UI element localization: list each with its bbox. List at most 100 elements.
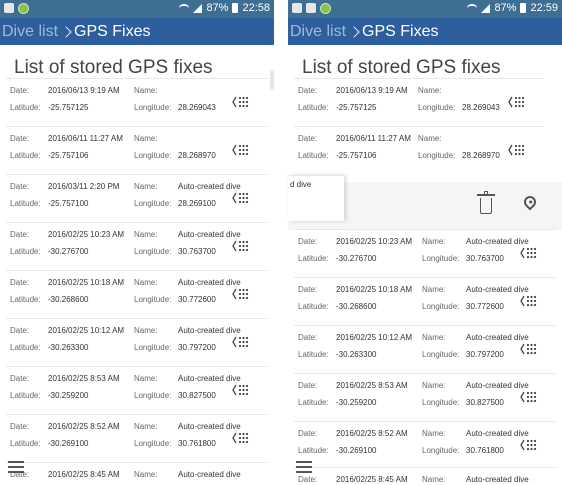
gps-fix-card[interactable]: Date: 2016/06/13 9:19 AM Name: Latitude:… bbox=[294, 78, 544, 120]
map-grid-icon[interactable] bbox=[520, 246, 538, 260]
menu-icon[interactable] bbox=[8, 461, 24, 473]
fix-date: 2016/02/25 10:18 AM bbox=[336, 285, 413, 294]
date-label: Date: bbox=[298, 86, 318, 95]
date-label: Date: bbox=[10, 182, 30, 191]
gps-fix-card[interactable]: Date: 2016/02/25 8:53 AM Name: Auto-crea… bbox=[294, 373, 556, 415]
latitude-label: Latitude: bbox=[10, 295, 41, 304]
latitude-label: Latitude: bbox=[10, 199, 41, 208]
gps-fix-card[interactable]: Date: 2016/02/25 10:12 AM Name: Auto-cre… bbox=[294, 325, 556, 367]
fix-name: Auto-created dive bbox=[178, 182, 241, 191]
map-grid-icon[interactable] bbox=[232, 287, 250, 301]
fix-name: Auto-created dive bbox=[178, 470, 241, 479]
gps-fix-card[interactable]: Date: 2016/02/25 8:53 AM Name: Auto-crea… bbox=[6, 366, 268, 408]
name-label: Name: bbox=[134, 422, 158, 431]
fix-latitude: -30.269100 bbox=[48, 439, 89, 448]
clock: 22:59 bbox=[530, 2, 558, 14]
name-label: Name: bbox=[422, 429, 446, 438]
fix-date: 2016/02/25 8:53 AM bbox=[336, 381, 408, 390]
map-grid-icon[interactable] bbox=[520, 438, 538, 452]
map-grid-icon[interactable] bbox=[232, 239, 250, 253]
longitude-label: Longitude: bbox=[134, 343, 172, 352]
breadcrumb-gps-fixes: GPS Fixes bbox=[362, 22, 439, 40]
longitude-label: Longitude: bbox=[134, 295, 172, 304]
name-label: Name: bbox=[422, 285, 446, 294]
fix-latitude: -30.259200 bbox=[48, 391, 89, 400]
page-title: List of stored GPS fixes bbox=[302, 57, 501, 78]
fix-longitude: 28.268970 bbox=[462, 151, 500, 160]
gps-fix-card[interactable]: Date: 2016/02/25 10:23 AM Name: Auto-cre… bbox=[294, 229, 556, 271]
name-label: Name: bbox=[134, 182, 158, 191]
fix-longitude: 28.269043 bbox=[178, 103, 216, 112]
map-grid-icon[interactable] bbox=[520, 390, 538, 404]
breadcrumb-dive-list[interactable]: Dive list bbox=[288, 23, 346, 41]
clock: 22:58 bbox=[242, 2, 270, 14]
fix-latitude: -30.268600 bbox=[48, 295, 89, 304]
fix-name: Auto-created dive bbox=[466, 285, 529, 294]
map-grid-icon[interactable] bbox=[232, 95, 250, 109]
longitude-label: Longitude: bbox=[422, 350, 460, 359]
map-grid-icon[interactable] bbox=[232, 143, 250, 157]
map-grid-icon[interactable] bbox=[520, 294, 538, 308]
gps-fix-card[interactable]: Date: 2016/02/25 8:52 AM Name: Auto-crea… bbox=[294, 421, 556, 463]
battery-percent: 87% bbox=[494, 2, 517, 14]
fix-date: 2016/06/11 11:27 AM bbox=[336, 134, 411, 143]
date-label: Date: bbox=[10, 278, 30, 287]
map-grid-icon[interactable] bbox=[520, 342, 538, 356]
name-label: Name: bbox=[134, 134, 158, 143]
longitude-label: Longitude: bbox=[134, 247, 172, 256]
gps-fix-card[interactable]: Date: 2016/02/25 8:52 AM Name: Auto-crea… bbox=[6, 414, 268, 456]
fix-latitude: -30.276700 bbox=[48, 247, 89, 256]
fix-latitude: -30.259200 bbox=[336, 398, 377, 407]
latitude-label: Latitude: bbox=[298, 398, 329, 407]
gps-fix-card[interactable]: Date: 2016/02/25 10:18 AM Name: Auto-cre… bbox=[294, 277, 556, 319]
breadcrumb-gps-fixes: GPS Fixes bbox=[74, 22, 151, 40]
gps-fix-card[interactable]: Date: 2016/02/25 8:45 AM Name: Auto-crea… bbox=[294, 467, 556, 485]
fix-longitude: 28.269043 bbox=[462, 103, 500, 112]
status-bar: 87% 22:58 bbox=[0, 0, 274, 18]
chevron-right-icon bbox=[60, 25, 72, 38]
notification-icon bbox=[306, 3, 316, 13]
map-grid-icon[interactable] bbox=[232, 431, 250, 445]
gps-fix-card[interactable]: Date: 2016/03/11 2:20 PM Name: Auto-crea… bbox=[6, 174, 268, 216]
date-label: Date: bbox=[298, 333, 318, 342]
gps-fix-card[interactable]: Date: 2016/02/25 10:23 AM Name: Auto-cre… bbox=[6, 222, 268, 264]
fix-name: Auto-created dive bbox=[466, 333, 529, 342]
fix-latitude: -25.757100 bbox=[48, 199, 89, 208]
longitude-label: Longitude: bbox=[134, 151, 172, 160]
swiped-card-peek[interactable]: d dive bbox=[288, 175, 344, 221]
map-grid-icon[interactable] bbox=[232, 383, 250, 397]
battery-icon bbox=[232, 3, 239, 13]
gps-fix-card[interactable]: Date: 2016/02/25 10:12 AM Name: Auto-cre… bbox=[6, 318, 268, 360]
menu-icon[interactable] bbox=[296, 461, 312, 473]
battery-percent: 87% bbox=[206, 2, 229, 14]
name-label: Name: bbox=[134, 470, 158, 479]
breadcrumb-dive-list[interactable]: Dive list bbox=[0, 23, 58, 41]
fix-latitude: -25.757125 bbox=[336, 103, 377, 112]
map-grid-icon[interactable] bbox=[508, 143, 526, 157]
gps-fix-card[interactable]: Date: 2016/06/11 11:27 AM Name: Latitude… bbox=[6, 126, 268, 168]
notification-icon bbox=[292, 3, 302, 13]
name-label: Name: bbox=[418, 134, 442, 143]
gps-fix-card[interactable]: Date: 2016/02/25 10:18 AM Name: Auto-cre… bbox=[6, 270, 268, 312]
fix-date: 2016/02/25 8:53 AM bbox=[48, 374, 120, 383]
date-label: Date: bbox=[298, 381, 318, 390]
date-label: Date: bbox=[10, 374, 30, 383]
date-label: Date: bbox=[10, 134, 30, 143]
name-label: Name: bbox=[422, 333, 446, 342]
fix-longitude: 30.761800 bbox=[178, 439, 216, 448]
name-label: Name: bbox=[422, 381, 446, 390]
app-bar: Dive list GPS Fixes bbox=[0, 18, 274, 45]
name-label: Name: bbox=[134, 86, 158, 95]
fix-date: 2016/02/25 10:18 AM bbox=[48, 278, 125, 287]
map-pin-icon[interactable] bbox=[521, 193, 539, 211]
fix-longitude: 28.268970 bbox=[178, 151, 216, 160]
gps-fix-card[interactable]: Date: 2016/06/13 9:19 AM Name: Latitude:… bbox=[6, 78, 268, 120]
map-grid-icon[interactable] bbox=[508, 95, 526, 109]
fix-latitude: -25.757106 bbox=[48, 151, 89, 160]
gps-fix-card[interactable]: Date: 2016/02/25 8:45 AM Name: Auto-crea… bbox=[6, 462, 268, 485]
gps-fix-card[interactable]: Date: 2016/06/11 11:27 AM Name: Latitude… bbox=[294, 126, 544, 168]
map-grid-icon[interactable] bbox=[232, 191, 250, 205]
map-grid-icon[interactable] bbox=[232, 335, 250, 349]
trash-icon[interactable] bbox=[477, 191, 495, 214]
fix-date: 2016/03/11 2:20 PM bbox=[48, 182, 120, 191]
